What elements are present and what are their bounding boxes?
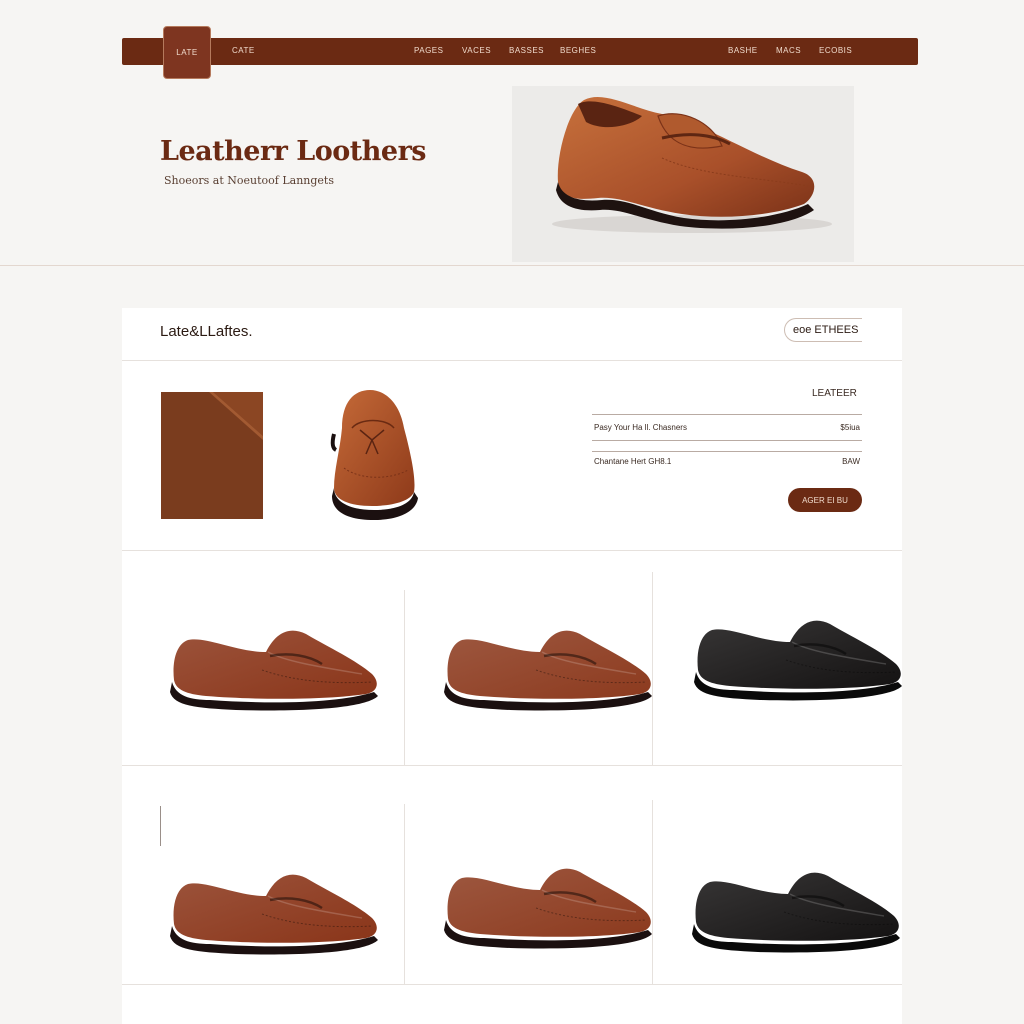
spec-name: Chantane Hert GH8.1	[594, 457, 672, 466]
filter-button[interactable]: eoe ETHEES	[784, 318, 862, 342]
panel-section-divider	[122, 550, 902, 551]
hero-image	[512, 86, 854, 262]
nav-link-basses[interactable]: BASSES	[509, 46, 544, 55]
detail-label: LEATEER	[812, 388, 857, 399]
hero-loafer-image	[552, 97, 832, 233]
product-tile[interactable]	[166, 622, 386, 719]
nav-link-ecobis[interactable]: ECOBIS	[819, 46, 852, 55]
loafer-image	[170, 874, 378, 955]
nav-brand-link[interactable]: CATE	[232, 46, 255, 55]
loafer-image	[692, 872, 900, 953]
spec-divider	[592, 451, 862, 452]
product-tile[interactable]	[440, 622, 660, 719]
add-to-bag-button[interactable]: AGER EI BU	[788, 488, 862, 512]
nav-link-vaces[interactable]: VACES	[462, 46, 491, 55]
loafer-image	[170, 630, 378, 711]
spec-divider	[592, 440, 862, 441]
nav-link-bashe[interactable]: BASHE	[728, 46, 758, 55]
grid-row-divider	[122, 765, 902, 766]
grid-column-divider	[404, 804, 405, 984]
product-tile[interactable]	[440, 860, 660, 957]
spec-value: BAW	[842, 457, 860, 466]
detail-loafer-image	[330, 390, 418, 520]
loafer-image	[694, 620, 902, 701]
grid-column-divider	[404, 590, 405, 765]
product-tile[interactable]	[690, 612, 910, 709]
nav-link-beghes[interactable]: BEGHES	[560, 46, 596, 55]
section-title: Late&LLaftes.	[160, 323, 253, 340]
product-tile[interactable]	[166, 866, 386, 963]
product-tile[interactable]	[688, 864, 908, 961]
nav-link-pages[interactable]: PAGES	[414, 46, 443, 55]
grid-row-divider	[122, 984, 902, 985]
hero-title: Leatherr Loothers	[160, 136, 427, 167]
spec-price: $5iua	[840, 423, 860, 432]
spec-name: Pasy Your Ha ll. Chasners	[594, 423, 687, 432]
nav-link-macs[interactable]: MACS	[776, 46, 801, 55]
loafer-image	[444, 868, 652, 949]
loafer-image	[444, 630, 652, 711]
hero-divider	[0, 265, 1024, 266]
grid-marker-line	[160, 806, 161, 846]
panel-header-divider	[122, 360, 902, 361]
leather-swatch	[161, 392, 263, 519]
hero-subtitle: Shoeors at Noeutoof Lanngets	[164, 174, 334, 187]
logo-badge[interactable]: LATE	[163, 26, 211, 79]
spec-divider	[592, 414, 862, 415]
